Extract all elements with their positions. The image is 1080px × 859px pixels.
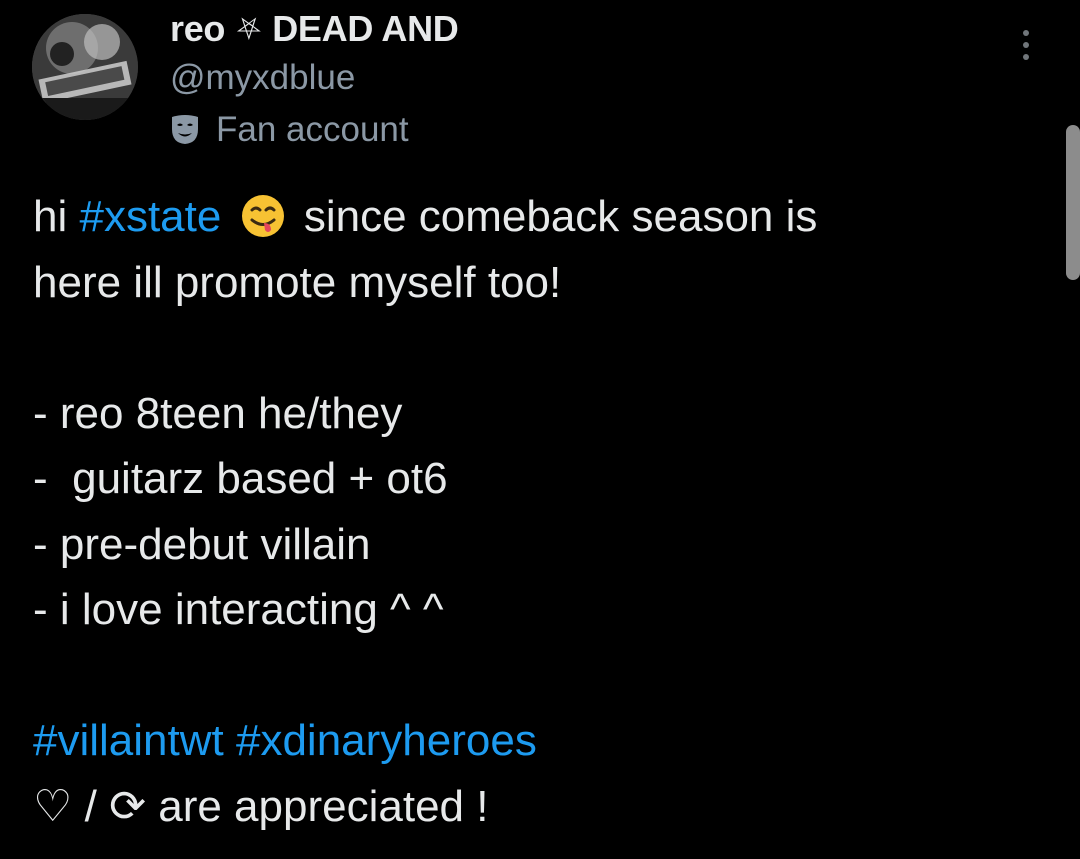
tweet-line: - i love interacting ^ ^ — [33, 585, 444, 634]
more-dot — [1023, 30, 1029, 36]
retweet-symbol: ⟳ — [109, 781, 147, 831]
display-name-suffix: DEAD AND — [272, 8, 459, 49]
tweet-line: here ill promote myself too! — [33, 257, 562, 307]
tweet-line: hi #xstate since comeback season is — [33, 192, 818, 241]
hashtag-link[interactable]: #villaintwt — [33, 716, 224, 765]
heart-symbol: ♡ — [33, 781, 73, 831]
tweet-text: hi #xstate since comeback season is here… — [33, 184, 1053, 839]
tweet-hashtag-line: #villaintwt #xdinaryheroes — [33, 708, 1053, 774]
face-savoring-food-emoji — [241, 195, 284, 237]
pentagram-icon: ⛧ — [236, 13, 261, 46]
account-label[interactable]: Fan account — [168, 110, 409, 150]
display-name-prefix: reo — [170, 8, 226, 49]
avatar[interactable] — [32, 14, 138, 120]
scrollbar-thumb[interactable] — [1066, 125, 1080, 280]
hashtag-link[interactable]: #xstate — [79, 192, 221, 241]
user-handle[interactable]: @myxdblue — [170, 58, 355, 98]
avatar-image — [32, 14, 138, 120]
display-name[interactable]: reo ⛧ DEAD AND — [170, 8, 459, 50]
more-options-icon[interactable] — [1016, 30, 1036, 66]
more-dot — [1023, 42, 1029, 48]
account-label-text: Fan account — [216, 110, 409, 149]
more-dot — [1023, 54, 1029, 60]
tweet-line: - reo 8teen he/they — [33, 388, 403, 438]
theater-mask-icon — [172, 115, 198, 144]
tweet-line: - pre-debut villain — [33, 519, 371, 569]
hashtag-link[interactable]: #xdinaryheroes — [236, 716, 537, 765]
tweet-line: - guitarz based + ot6 — [33, 454, 448, 503]
tweet-line: ♡ / ⟳ are appreciated ! — [33, 774, 1053, 840]
